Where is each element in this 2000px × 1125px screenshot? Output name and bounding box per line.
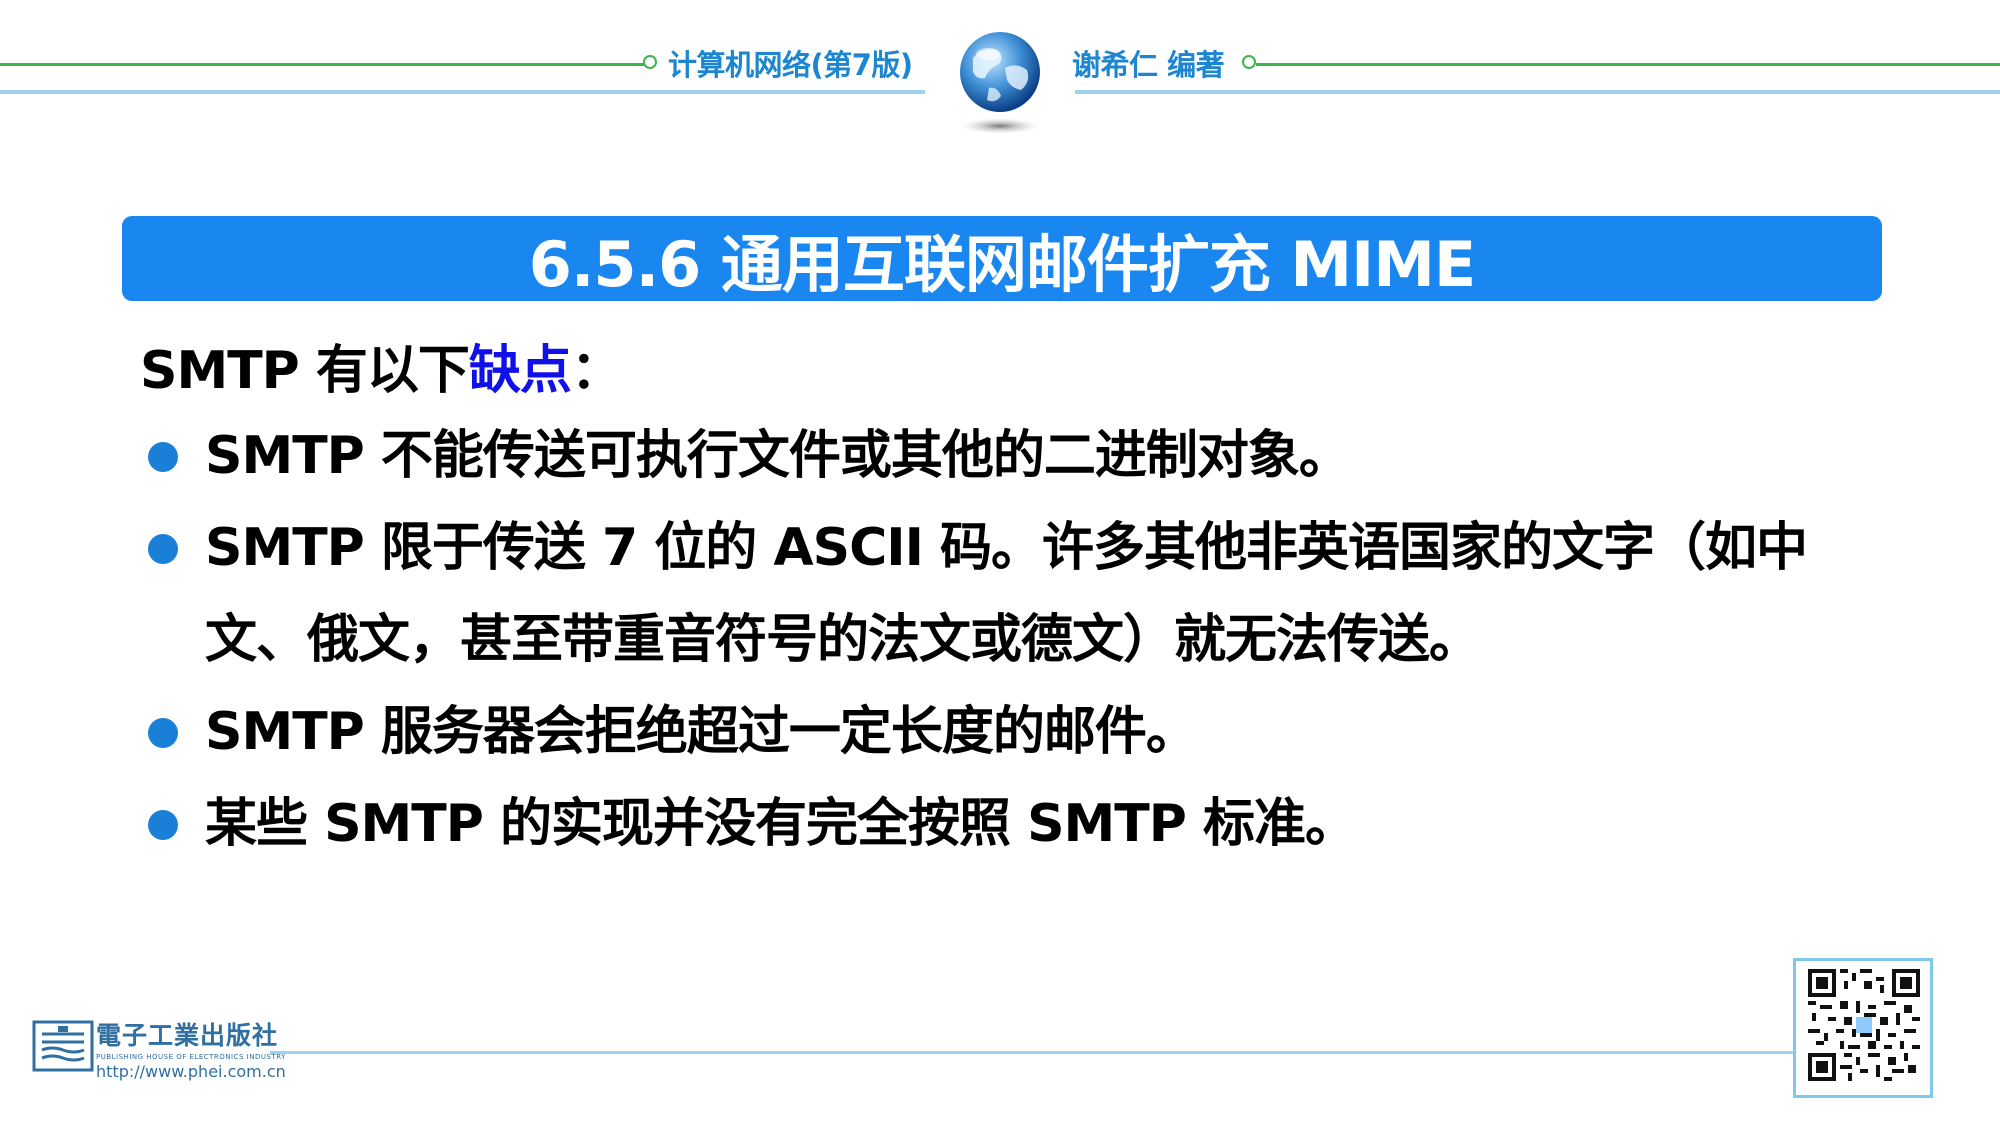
bullet-text: SMTP 不能传送可执行文件或其他的二进制对象。 [205,426,1351,486]
bullet-dot-icon [148,810,178,840]
author: 谢希仁 编著 [1072,48,1225,82]
header-line-blue-left [0,90,925,94]
slide-title-bar: 6.5.6 通用互联网邮件扩充 MIME [122,216,1882,301]
publisher-url[interactable]: http://www.phei.com.cn [96,1062,286,1081]
bullet-dot-icon [148,534,178,564]
slide-title: 6.5.6 通用互联网邮件扩充 MIME [528,227,1477,301]
book-title: 计算机网络(第7版) [668,48,913,82]
header-line-green-right [1256,63,2000,66]
header-dot-right [1242,55,1256,69]
bullet-dot-icon [148,442,178,472]
publisher-english-name: PUBLISHING HOUSE OF ELECTRONICS INDUSTRY [96,1053,286,1061]
publisher-logo-icon [32,1020,94,1072]
intro-suffix: ： [570,341,623,401]
intro-line: SMTP 有以下缺点： [140,328,623,403]
header-line-blue-right [1075,90,2000,94]
footer-line [270,1051,1795,1054]
header-line-green-left [0,63,650,66]
header-dot-left [643,55,657,69]
bullet-text: SMTP 服务器会拒绝超过一定长度的邮件。 [205,702,1198,762]
qr-code-icon [1808,969,1920,1081]
intro-prefix: SMTP 有以下 [140,341,470,401]
intro-highlight: 缺点 [468,341,572,401]
bullet-text: SMTP 限于传送 7 位的 ASCII 码。许多其他非英语国家的文字（如中文、… [205,518,1808,670]
bullet-text: 某些 SMTP 的实现并没有完全按照 SMTP 标准。 [205,794,1357,854]
globe-icon [960,32,1040,134]
qr-code [1793,958,1933,1098]
publisher-name: 電子工業出版社 [96,1021,279,1050]
bullet-dot-icon [148,718,178,748]
